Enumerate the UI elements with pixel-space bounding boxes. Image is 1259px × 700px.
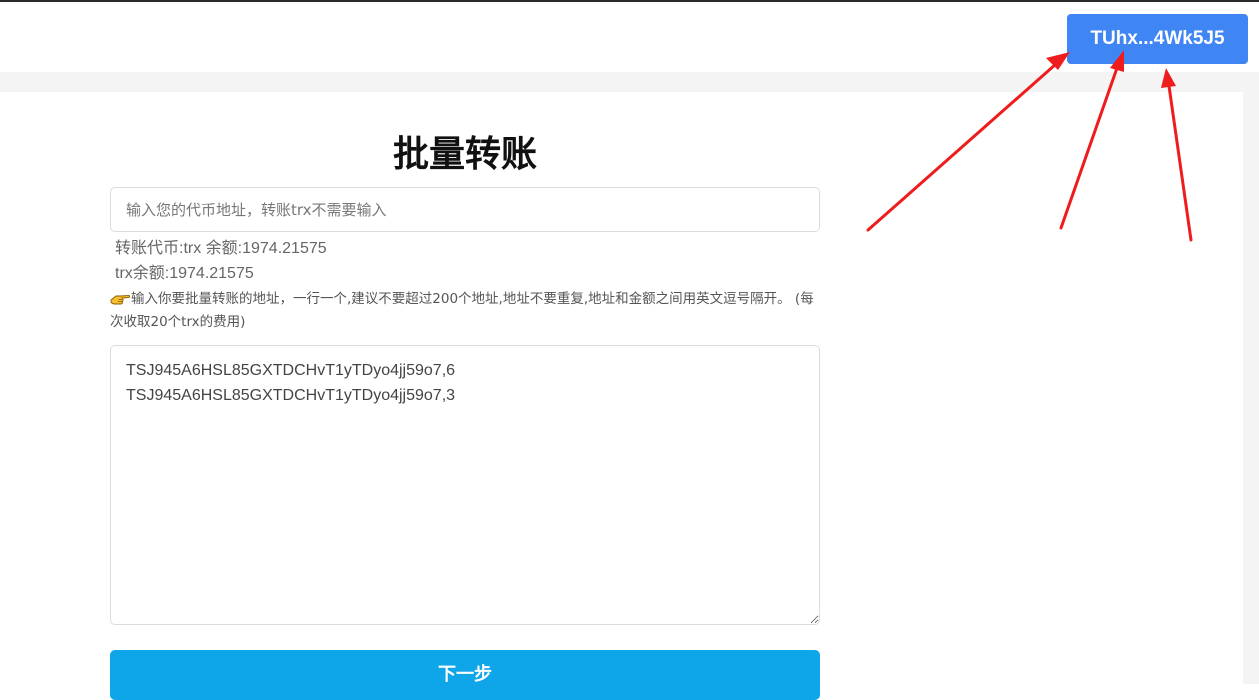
token-balance-text: 转账代币:trx 余额:1974.21575 xyxy=(115,240,327,257)
instruction-text: 输入你要批量转账的地址，一行一个,建议不要超过200个地址,地址不要重复,地址和… xyxy=(110,291,814,330)
page-title: 批量转账 xyxy=(392,134,537,175)
header-bar: TUhx...4Wk5J5 xyxy=(0,2,1259,72)
address-list-textarea[interactable] xyxy=(110,345,820,625)
instruction-note: 输入你要批量转账的地址，一行一个,建议不要超过200个地址,地址不要重复,地址和… xyxy=(110,288,822,334)
next-step-button[interactable]: 下一步 xyxy=(110,650,820,700)
trx-balance-text: trx余额:1974.21575 xyxy=(115,265,254,282)
pointing-hand-icon xyxy=(110,295,130,305)
token-address-input[interactable] xyxy=(110,187,820,232)
wallet-address-button[interactable]: TUhx...4Wk5J5 xyxy=(1067,14,1248,64)
